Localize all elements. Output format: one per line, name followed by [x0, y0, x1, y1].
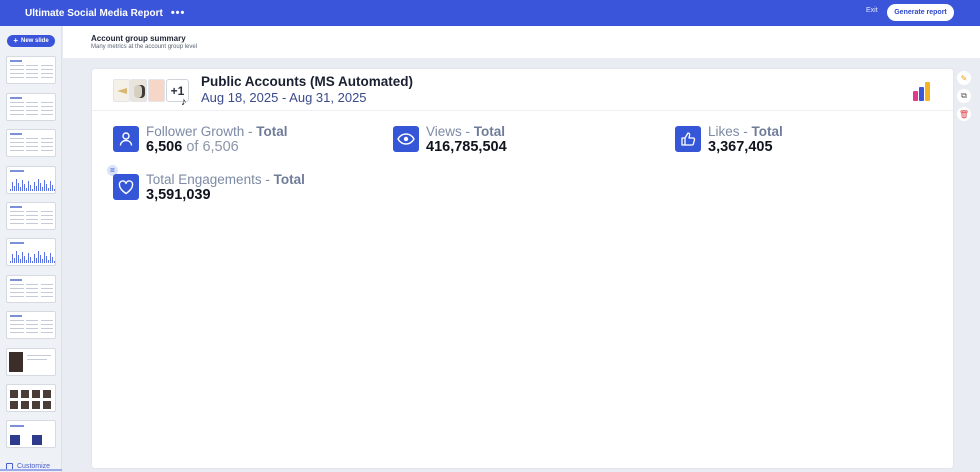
brand-logo-icon	[913, 82, 936, 101]
metric-name: Likes - Total	[708, 124, 783, 139]
slide-thumbnail[interactable]	[6, 202, 56, 230]
eye-icon	[393, 126, 419, 152]
metric-name: Follower Growth - Total	[146, 124, 288, 139]
slide-thumbnail[interactable]	[6, 129, 56, 157]
metric-value: 3,591,039	[146, 187, 211, 203]
report-title: Ultimate Social Media Report	[25, 7, 163, 19]
metric-value: 3,367,405	[708, 139, 773, 155]
heart-icon	[113, 174, 139, 200]
slide-thumbnail[interactable]	[6, 93, 56, 121]
slide-thumbnail[interactable]	[6, 384, 56, 412]
account-group-title: Public Accounts (MS Automated)	[201, 74, 414, 89]
metric-value: 416,785,504	[426, 139, 507, 155]
account-avatar	[148, 79, 165, 102]
new-slide-button[interactable]: + New slide	[7, 35, 55, 47]
plus-icon: +	[13, 36, 18, 45]
metric-name: Views - Total	[426, 124, 506, 139]
slide-thumbnail-panel: + New slide Customize	[0, 26, 62, 472]
slide-thumbnail[interactable]	[6, 275, 56, 303]
top-bar: Ultimate Social Media Report ••• Exit Ge…	[0, 0, 980, 26]
slide-header: Account group summary Many metrics at th…	[63, 26, 980, 58]
edit-icon[interactable]: ✎	[957, 71, 971, 85]
account-avatar	[113, 79, 130, 102]
more-options-icon[interactable]: •••	[171, 7, 186, 19]
exit-link[interactable]: Exit	[866, 7, 878, 14]
account-avatars: +1 ♪	[113, 79, 189, 108]
slide-thumbnail[interactable]	[6, 311, 56, 339]
user-icon	[113, 126, 139, 152]
slide-canvas[interactable]: +1 ♪ Public Accounts (MS Automated) Aug …	[92, 69, 953, 468]
thumbs-up-icon	[675, 126, 701, 152]
tiktok-icon: ♪	[181, 96, 187, 108]
new-slide-label: New slide	[20, 38, 49, 44]
delete-icon[interactable]: 🗑	[957, 107, 971, 121]
duplicate-icon[interactable]: ⧉	[957, 89, 971, 103]
slide-title: Account group summary	[91, 34, 186, 43]
slide-subtitle: Many metrics at the account group level	[91, 44, 198, 50]
metric-value: 6,506 of 6,506	[146, 139, 239, 155]
slide-thumbnail[interactable]	[6, 348, 56, 376]
date-range: Aug 18, 2025 - Aug 31, 2025	[201, 90, 367, 105]
account-group-header: +1 ♪ Public Accounts (MS Automated) Aug …	[92, 69, 953, 111]
slide-thumbnail[interactable]	[6, 166, 56, 194]
slide-thumbnail[interactable]	[6, 56, 56, 84]
slide-thumbnail[interactable]	[6, 420, 56, 448]
generate-report-button[interactable]: Generate report	[887, 4, 954, 21]
slide-thumbnail[interactable]	[6, 238, 56, 266]
panel-bottom-indicator	[0, 469, 62, 471]
metric-name: Total Engagements - Total	[146, 172, 305, 187]
account-avatar	[130, 79, 147, 102]
